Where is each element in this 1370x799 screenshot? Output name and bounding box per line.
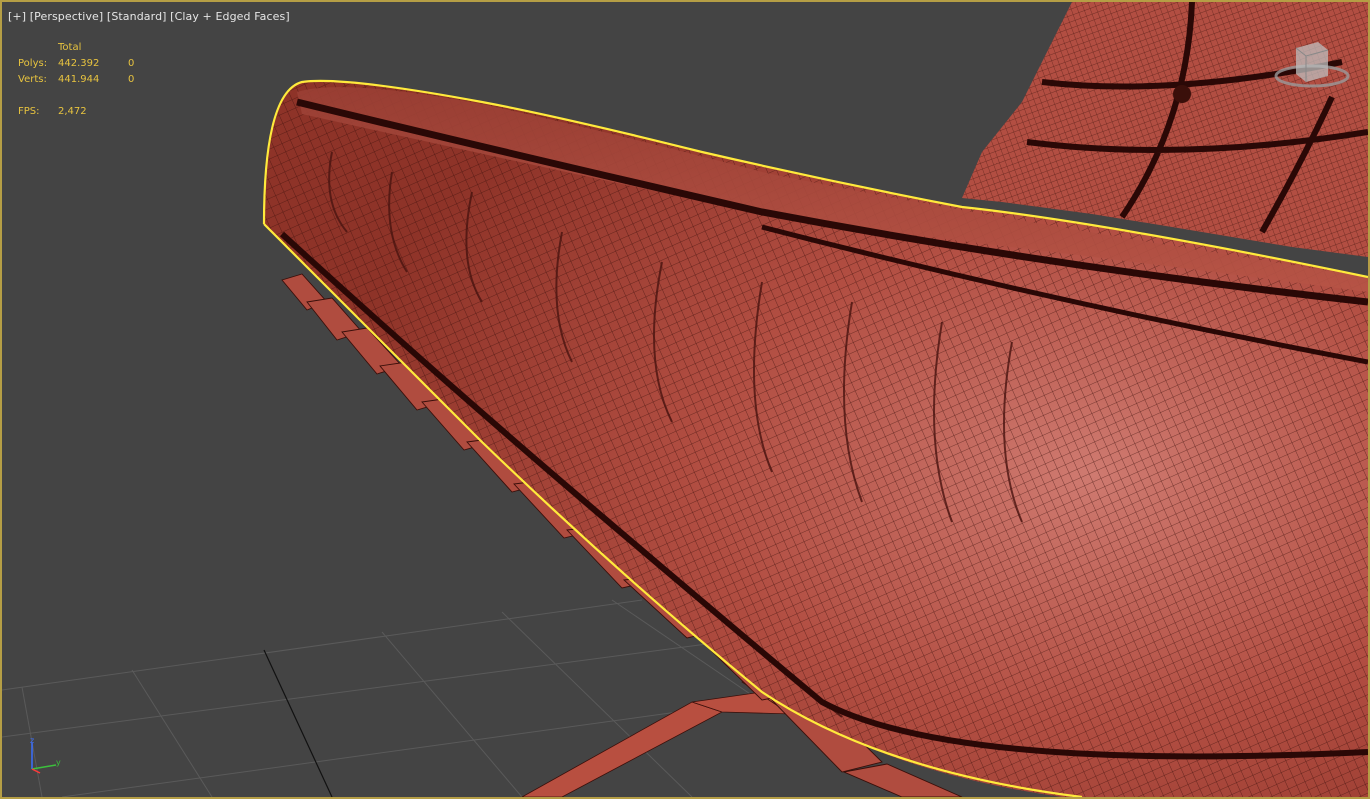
viewport-display-style-menu[interactable]: [Clay + Edged Faces] [170, 10, 290, 23]
stats-verts-total: 441.944 [58, 74, 100, 85]
axis-z-label: z [30, 736, 34, 745]
axis-tripod-icon: z y [30, 736, 61, 774]
stats-polys-selected: 0 [128, 58, 135, 69]
viewport-view-menu[interactable]: [Perspective] [30, 10, 104, 23]
world-axis-line [263, 649, 333, 797]
viewport-shading-menu[interactable]: [Standard] [107, 10, 167, 23]
stats-polys-total: 442.392 [58, 58, 100, 69]
axis-y-label: y [56, 758, 61, 767]
stats-verts-label: Verts: [18, 74, 47, 85]
viewport-label-menus: [+] [Perspective] [Standard] [Clay + Edg… [8, 10, 290, 23]
stats-fps-label: FPS: [18, 106, 40, 117]
scene-render[interactable] [2, 2, 1368, 797]
perspective-viewport[interactable]: [+] [Perspective] [Standard] [Clay + Edg… [0, 0, 1370, 799]
stats-verts-selected: 0 [128, 74, 135, 85]
stats-fps-value: 2,472 [58, 106, 87, 117]
stats-polys-label: Polys: [18, 58, 48, 69]
stats-header-total: Total [58, 42, 82, 53]
viewcube-icon[interactable] [1270, 36, 1358, 98]
viewport-plus-menu[interactable]: [+] [8, 10, 26, 23]
